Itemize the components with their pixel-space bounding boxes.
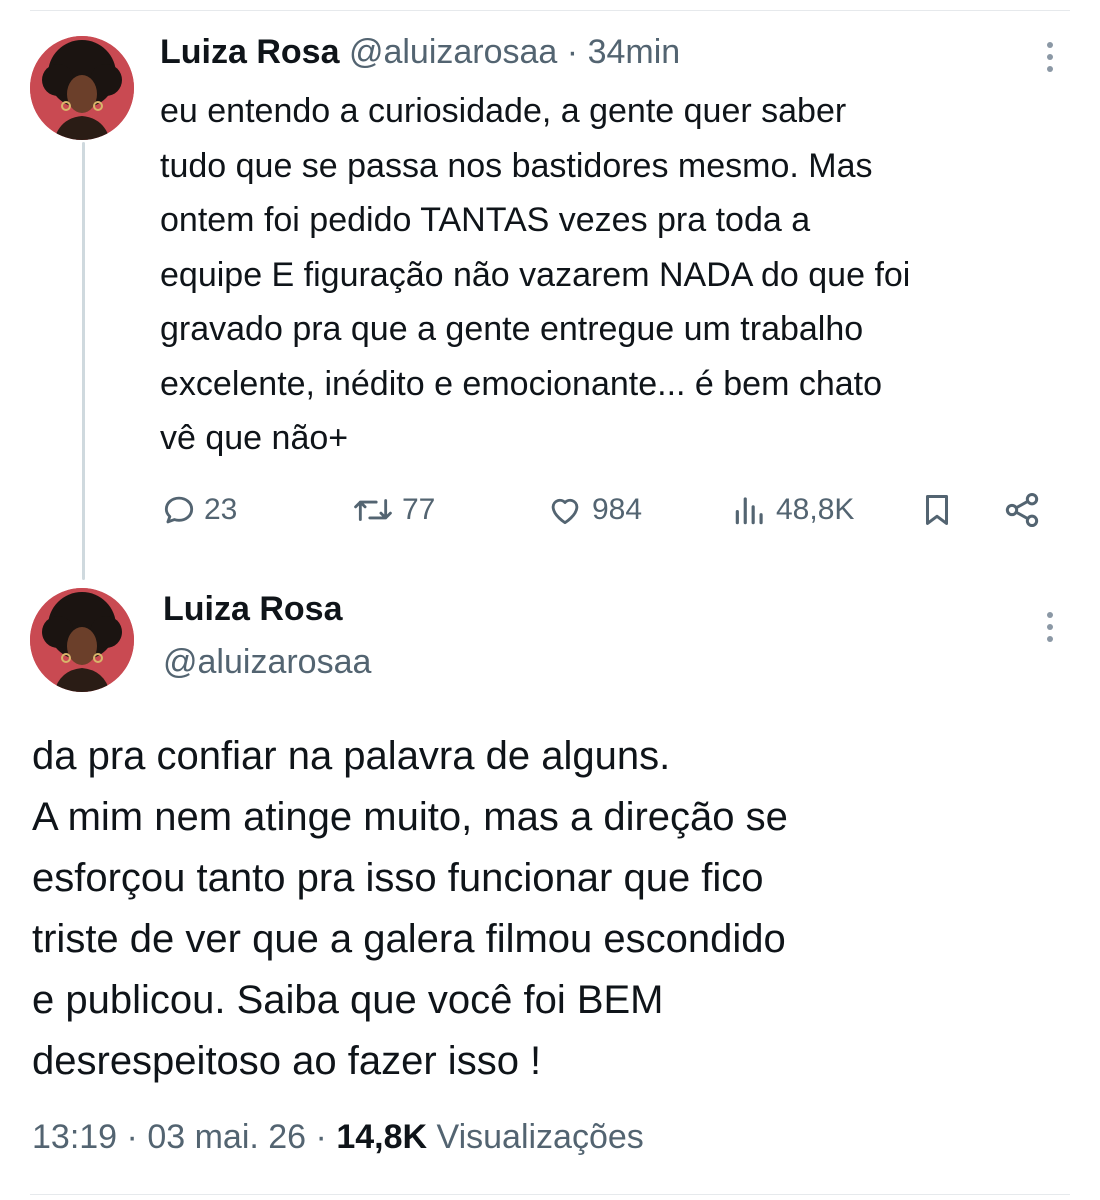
meta-separator: · (126, 1118, 138, 1156)
more-vertical-icon (1043, 612, 1057, 642)
author-name[interactable]: Luiza Rosa (163, 590, 342, 629)
more-options-button[interactable] (1043, 612, 1057, 652)
avatar[interactable] (30, 588, 134, 692)
reply-count: 23 (204, 493, 238, 526)
header-separator: · (566, 33, 579, 71)
reply-button[interactable]: 23 (160, 486, 237, 534)
bookmark-icon (925, 495, 949, 525)
like-button[interactable]: 984 (544, 486, 642, 534)
like-count: 984 (592, 493, 643, 526)
share-button[interactable] (1002, 486, 1048, 534)
thread-connector-line (82, 142, 85, 580)
meta-separator: · (315, 1118, 327, 1156)
share-icon (1005, 493, 1039, 527)
post-date[interactable]: 03 mai. 26 (147, 1118, 306, 1156)
post-time[interactable]: 13:19 (32, 1118, 117, 1156)
author-name[interactable]: Luiza Rosa (160, 33, 339, 71)
author-handle[interactable]: @aluizarosaa (349, 33, 557, 71)
avatar[interactable] (30, 36, 134, 140)
views-label: Visualizações (436, 1118, 644, 1156)
more-vertical-icon (1043, 42, 1057, 72)
tweet-text: eu entendo a curiosidade, a gente quer s… (160, 92, 911, 457)
avatar-image (30, 36, 134, 140)
action-bar: 23 77 984 48,8K (160, 486, 1060, 536)
repost-icon (354, 499, 392, 521)
tweet-text: da pra confiar na palavra de alguns. A m… (32, 734, 788, 1083)
heart-icon (551, 498, 579, 525)
repost-count: 77 (402, 493, 436, 526)
repost-button[interactable]: 77 (350, 486, 435, 534)
reply-icon (164, 496, 194, 524)
bookmark-button[interactable] (918, 486, 962, 534)
views-count: 48,8K (776, 493, 855, 526)
bottom-divider (30, 1194, 1070, 1195)
post-time[interactable]: 34min (588, 33, 681, 71)
views-chart-icon (735, 497, 763, 525)
views-button[interactable]: 48,8K (730, 486, 854, 534)
avatar-image (30, 588, 134, 692)
more-options-button[interactable] (1043, 42, 1057, 82)
tweet-header: Luiza Rosa @aluizarosaa · 34min (160, 33, 680, 72)
tweet-meta: 13:19 · 03 mai. 26 · 14,8K Visualizações (32, 1118, 644, 1157)
views-count: 14,8K (336, 1118, 428, 1156)
author-handle[interactable]: @aluizarosaa (163, 643, 371, 682)
top-divider (30, 10, 1070, 11)
